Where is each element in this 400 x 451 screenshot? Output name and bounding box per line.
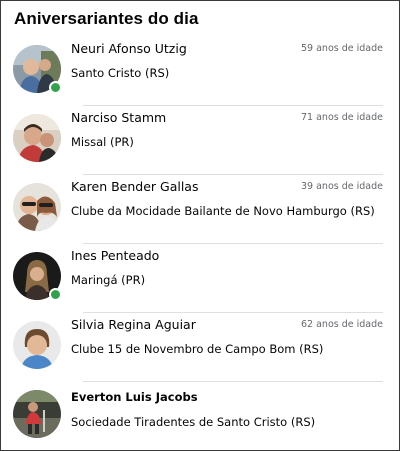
birthday-row-neuri[interactable]: Neuri Afonso Utzig 59 anos de idade Sant… xyxy=(13,37,383,106)
avatar[interactable] xyxy=(13,183,61,231)
person-name[interactable]: Silvia Regina Aguiar xyxy=(71,317,196,332)
panel-title: Aniversariantes do dia xyxy=(14,9,199,28)
person-location: Santo Cristo (RS) xyxy=(71,66,170,80)
person-age: 39 anos de idade xyxy=(301,181,383,192)
birthday-row-narciso[interactable]: Narciso Stamm 71 anos de idade Missal (P… xyxy=(13,106,383,175)
birthday-row-silvia[interactable]: Silvia Regina Aguiar 62 anos de idade Cl… xyxy=(13,313,383,382)
person-age: 62 anos de idade xyxy=(301,319,383,330)
person-location: Missal (PR) xyxy=(71,135,134,149)
online-status-indicator xyxy=(49,288,62,301)
person-age: 59 anos de idade xyxy=(301,43,383,54)
person-name[interactable]: Ines Penteado xyxy=(71,248,159,263)
birthday-row-ines[interactable]: Ines Penteado Maringá (PR) xyxy=(13,244,383,313)
person-location: Maringá (PR) xyxy=(71,273,146,287)
person-location: Sociedade Tiradentes de Santo Cristo (RS… xyxy=(71,415,316,429)
avatar[interactable] xyxy=(13,114,61,162)
birthday-row-everton[interactable]: Everton Luis Jacobs Sociedade Tiradentes… xyxy=(13,382,383,450)
person-name[interactable]: Neuri Afonso Utzig xyxy=(71,41,187,56)
birthday-row-karen[interactable]: Karen Bender Gallas 39 anos de idade Clu… xyxy=(13,175,383,244)
person-location: Clube da Mocidade Bailante de Novo Hambu… xyxy=(71,204,375,218)
online-status-indicator xyxy=(49,81,62,94)
person-age: 71 anos de idade xyxy=(301,112,383,123)
person-location: Clube 15 de Novembro de Campo Bom (RS) xyxy=(71,342,324,356)
person-name[interactable]: Narciso Stamm xyxy=(71,110,166,125)
person-name[interactable]: Everton Luis Jacobs xyxy=(71,390,198,404)
avatar[interactable] xyxy=(13,321,61,369)
birthdays-panel: Aniversariantes do dia Neuri Afonso Utzi… xyxy=(0,0,400,451)
person-name[interactable]: Karen Bender Gallas xyxy=(71,179,198,194)
avatar[interactable] xyxy=(13,390,61,438)
